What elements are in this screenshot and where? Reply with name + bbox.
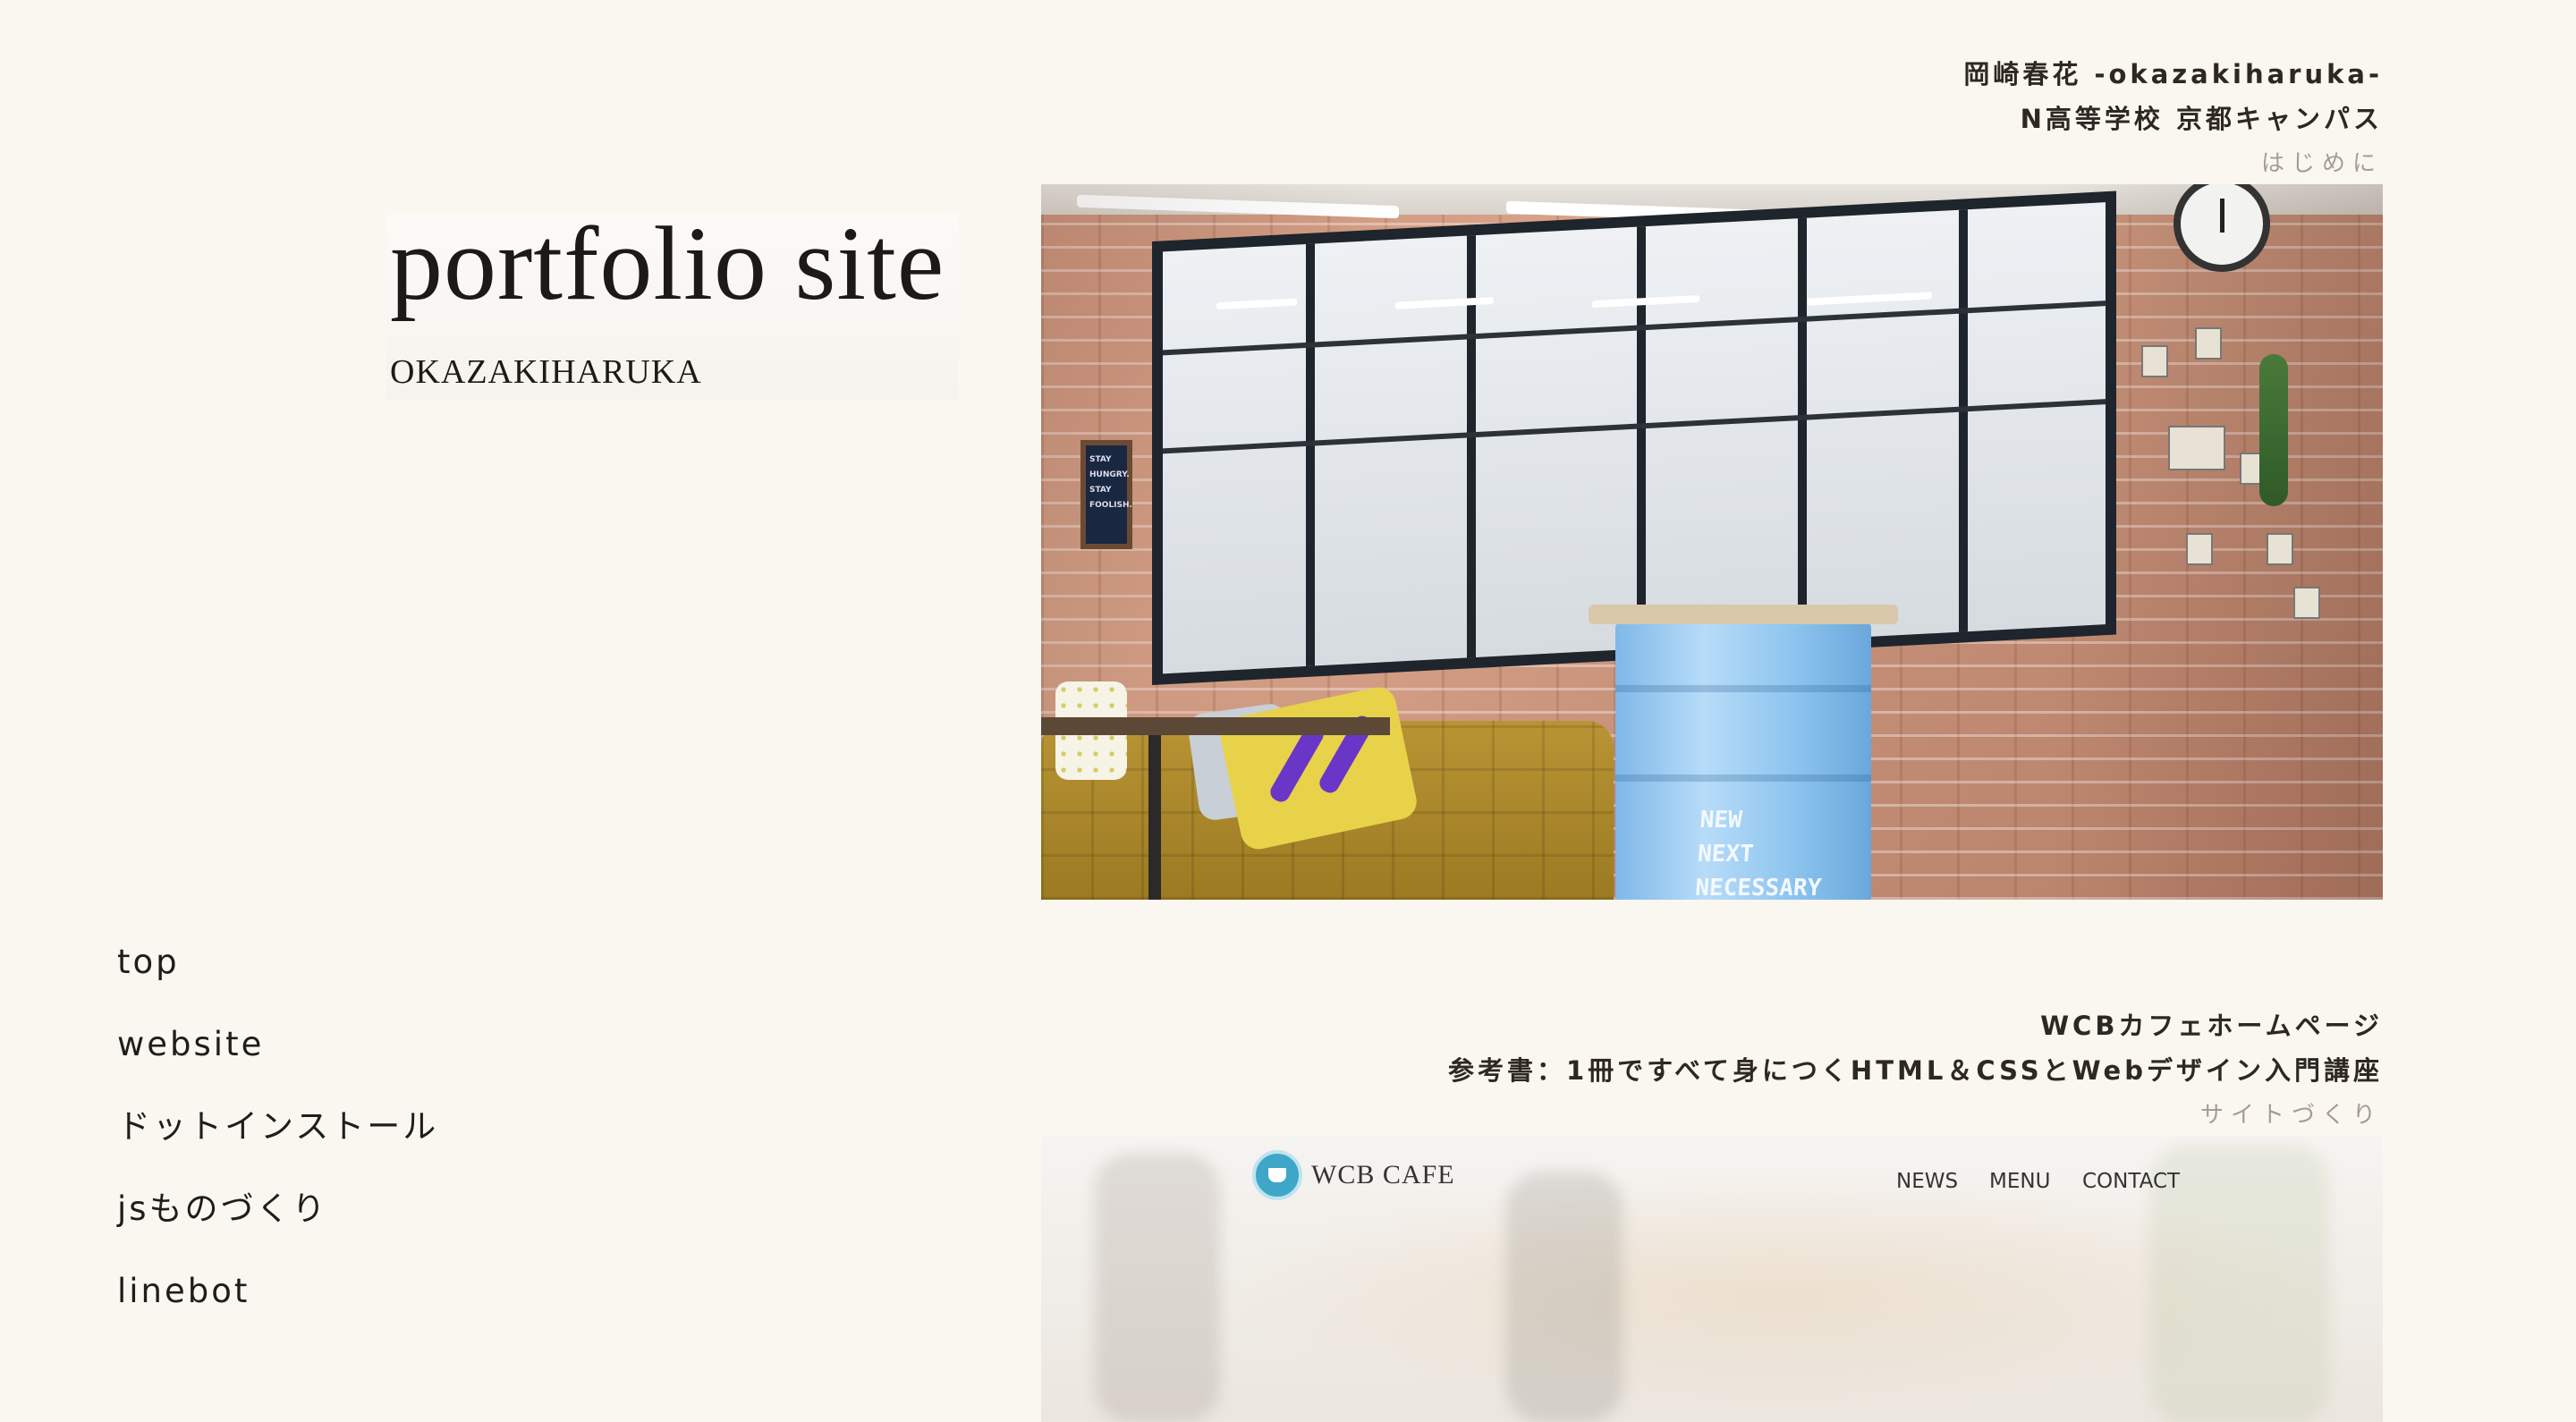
work-title: WCBカフェホームページ: [2040, 1011, 2383, 1041]
work-category: はじめに: [2260, 150, 2383, 177]
side-nav: top website ドットインストール jsものづくり linebot: [117, 935, 438, 1347]
pinned-photo: [2293, 587, 2320, 619]
window-reflection: [1216, 298, 1297, 310]
work-card-intro: 岡崎春花 -okazakiharuka- N高等学校 京都キャンパス はじめに …: [1041, 52, 2383, 900]
nav-item-website[interactable]: website: [117, 1018, 438, 1100]
pinned-photo: [2195, 327, 2222, 360]
hanging-plant: [2259, 354, 2288, 506]
letter-sign: STAY HUNGRY. STAY FOOLISH.: [1080, 440, 1132, 549]
clock-hand: [2220, 199, 2224, 233]
background-blur: [1506, 1172, 1623, 1422]
wcb-nav-news[interactable]: NEWS: [1896, 1170, 1958, 1193]
drum-tabletop: [1589, 605, 1898, 624]
drum-word: NECESSARY: [1694, 875, 1823, 900]
wcb-brand-name: WCB CAFE: [1311, 1160, 1455, 1189]
work-title: 岡崎春花 -okazakiharuka-: [1963, 59, 2383, 89]
drum-lettering: NEW NEXT NECESSARY: [1694, 803, 1827, 900]
nav-item-top[interactable]: top: [117, 935, 438, 1018]
background-blur: [1095, 1154, 1220, 1422]
work-screenshot[interactable]: WCB CAFE NEWS MENU CONTACT: [1041, 1136, 2383, 1422]
nav-item-dotinstall[interactable]: ドットインストール: [117, 1100, 438, 1182]
pinned-photo: [2186, 533, 2213, 565]
drum-word: NEW: [1699, 807, 1743, 834]
wcb-nav-contact[interactable]: CONTACT: [2082, 1170, 2180, 1193]
logo-title: portfolio site: [390, 205, 945, 322]
work-photo[interactable]: STAY HUNGRY. STAY FOOLISH. NEW NEXT NECE…: [1041, 184, 2383, 900]
window-mullion: [1637, 226, 1646, 649]
site-logo[interactable]: portfolio site OKAZAKIHARUKA: [386, 205, 959, 401]
window-reflection: [1395, 296, 1494, 309]
window-mullion: [1306, 243, 1315, 666]
logo-subtitle: OKAZAKIHARUKA: [390, 353, 702, 391]
work-card-wcb: WCBカフェホームページ 参考書：1冊ですべて身につくHTML＆CSSとWebデ…: [1041, 1003, 2383, 1422]
window-mullion: [1959, 209, 1968, 632]
work-subtitle: N高等学校 京都キャンパス: [2020, 104, 2383, 134]
pinned-photo: [2267, 533, 2293, 565]
pinned-photo: [2141, 345, 2168, 377]
work-subtitle: 参考書：1冊ですべて身につくHTML＆CSSとWebデザイン入門講座: [1447, 1055, 2383, 1086]
nav-item-linebot[interactable]: linebot: [117, 1265, 438, 1347]
window-reflection: [1807, 292, 1932, 306]
drum-rib: [1615, 774, 1871, 782]
pinned-photo: [2168, 426, 2225, 470]
window-mullion: [1798, 217, 1807, 641]
window-reflection: [1592, 294, 1699, 309]
work-header: 岡崎春花 -okazakiharuka- N高等学校 京都キャンパス はじめに: [1041, 52, 2383, 186]
wcb-nav-menu[interactable]: MENU: [1989, 1170, 2050, 1193]
cup-icon: [1252, 1150, 1302, 1200]
drum-rib: [1615, 685, 1871, 692]
table-top: [1041, 717, 1390, 735]
photo-pinboard: [2132, 327, 2329, 631]
work-header: WCBカフェホームページ 参考書：1冊ですべて身につくHTML＆CSSとWebデ…: [1041, 1003, 2383, 1138]
drum-word: NEXT: [1696, 841, 1755, 868]
work-category: サイトづくり: [2199, 1102, 2383, 1129]
table-leg: [1148, 735, 1161, 900]
nav-item-js[interactable]: jsものづくり: [117, 1182, 438, 1265]
wcb-logo[interactable]: WCB CAFE: [1252, 1150, 1455, 1200]
